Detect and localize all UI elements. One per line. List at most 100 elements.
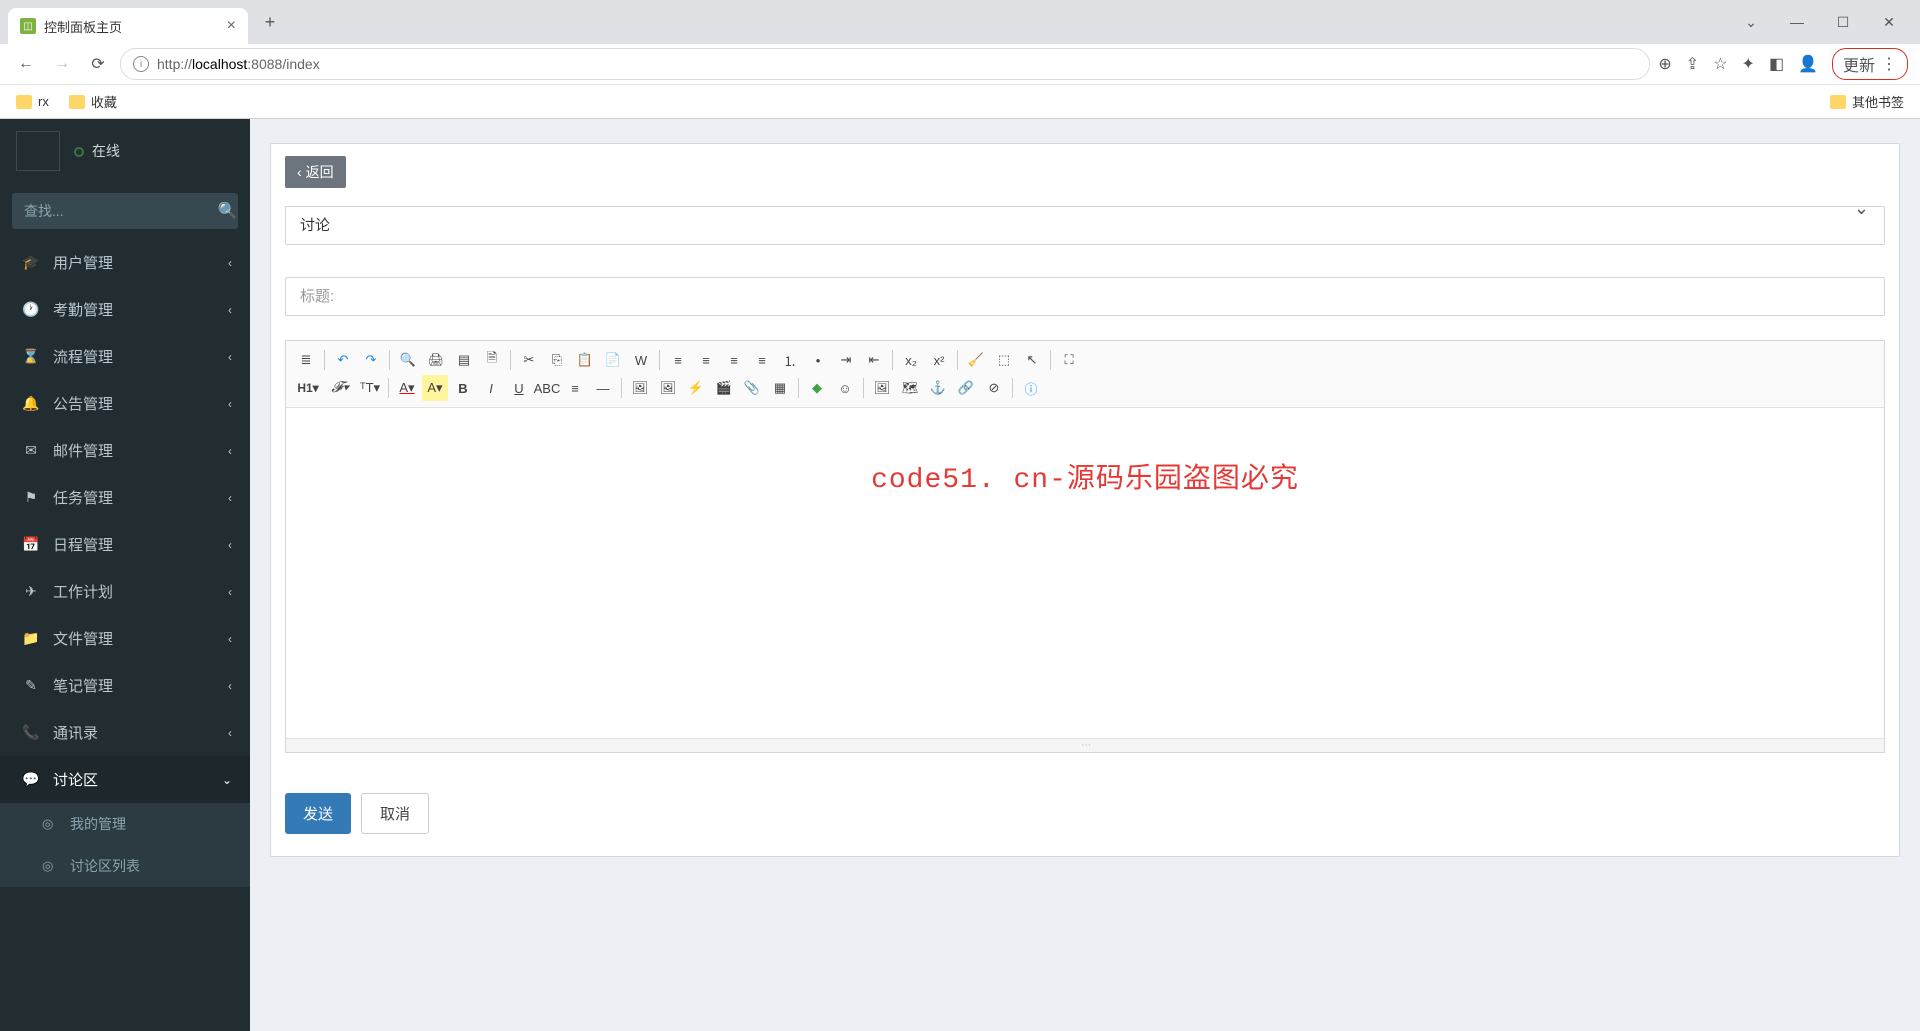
window-minimize-button[interactable]: — bbox=[1774, 6, 1820, 38]
sidebar-item-notes[interactable]: ✎笔记管理‹ bbox=[0, 662, 250, 709]
preview-icon[interactable]: 🔍 bbox=[395, 347, 421, 373]
heading-icon[interactable]: H1▾ bbox=[293, 375, 323, 401]
back-button[interactable]: ‹ 返回 bbox=[285, 156, 346, 188]
sidebar-item-attendance[interactable]: 🕐考勤管理‹ bbox=[0, 286, 250, 333]
sidebar-item-announce[interactable]: 🔔公告管理‹ bbox=[0, 380, 250, 427]
remote-image-icon[interactable]: 🖼 bbox=[869, 375, 895, 401]
category-select[interactable]: 讨论 bbox=[285, 206, 1885, 245]
sidebar-item-contacts[interactable]: 📞通讯录‹ bbox=[0, 709, 250, 756]
share-icon[interactable]: ⇪ bbox=[1686, 54, 1699, 74]
anchor-icon[interactable]: ⚓ bbox=[925, 375, 951, 401]
font-family-icon[interactable]: 𝓕▾ bbox=[325, 375, 355, 401]
about-icon[interactable]: ⓘ bbox=[1018, 375, 1044, 401]
window-maximize-button[interactable]: ☐ bbox=[1820, 6, 1866, 38]
bookmark-rx[interactable]: rx bbox=[16, 94, 49, 109]
template-icon[interactable]: ▤ bbox=[451, 347, 477, 373]
file-icon[interactable]: 📎 bbox=[739, 375, 765, 401]
emoji-icon[interactable]: ☺ bbox=[832, 375, 858, 401]
browser-tab[interactable]: ◫ 控制面板主页 × bbox=[8, 8, 248, 44]
subscript-icon[interactable]: x₂ bbox=[898, 347, 924, 373]
bold-icon[interactable]: B bbox=[450, 375, 476, 401]
indent-icon[interactable]: ⇥ bbox=[833, 347, 859, 373]
undo-icon[interactable]: ↶ bbox=[330, 347, 356, 373]
submenu-discuss-list[interactable]: ◎讨论区列表 bbox=[0, 845, 250, 887]
lineheight-icon[interactable]: ≡ bbox=[562, 375, 588, 401]
source-icon[interactable]: ≣ bbox=[293, 347, 319, 373]
cut-icon[interactable]: ✂ bbox=[516, 347, 542, 373]
print-icon[interactable]: 🖨 bbox=[423, 347, 449, 373]
bookmark-fav[interactable]: 收藏 bbox=[69, 92, 117, 111]
sidebar-item-users[interactable]: 🎓用户管理‹ bbox=[0, 239, 250, 286]
unordered-list-icon[interactable]: • bbox=[805, 347, 831, 373]
media-icon[interactable]: 🎬 bbox=[711, 375, 737, 401]
search-button[interactable]: 🔍 bbox=[217, 201, 238, 221]
paste-icon[interactable]: 📋 bbox=[572, 347, 598, 373]
redo-icon[interactable]: ↷ bbox=[358, 347, 384, 373]
draft-icon[interactable]: 🗎 bbox=[479, 347, 505, 373]
align-justify-icon[interactable]: ≡ bbox=[749, 347, 775, 373]
outdent-icon[interactable]: ⇤ bbox=[861, 347, 887, 373]
multi-image-icon[interactable]: 🖼 bbox=[655, 375, 681, 401]
sidebar-item-tasks[interactable]: ⚑任务管理‹ bbox=[0, 474, 250, 521]
update-button[interactable]: 更新⋮ bbox=[1832, 48, 1908, 80]
font-size-icon[interactable]: ᵀT▾ bbox=[357, 375, 383, 401]
url-text: http://localhost:8088/index bbox=[157, 56, 320, 72]
align-right-icon[interactable]: ≡ bbox=[721, 347, 747, 373]
title-input[interactable] bbox=[285, 277, 1885, 316]
code-icon[interactable]: ◆ bbox=[804, 375, 830, 401]
map-icon[interactable]: 🗺 bbox=[897, 375, 923, 401]
align-center-icon[interactable]: ≡ bbox=[693, 347, 719, 373]
flash-icon[interactable]: ⚡ bbox=[683, 375, 709, 401]
bgcolor-icon[interactable]: A▾ bbox=[422, 375, 448, 401]
close-icon[interactable]: × bbox=[227, 17, 236, 35]
table-icon[interactable]: ▦ bbox=[767, 375, 793, 401]
hr-icon[interactable]: ― bbox=[590, 375, 616, 401]
site-info-icon[interactable]: i bbox=[133, 56, 149, 72]
unlink-icon[interactable]: ⊘ bbox=[981, 375, 1007, 401]
sidebar-item-discuss[interactable]: 💬讨论区⌄ bbox=[0, 756, 250, 803]
image-icon[interactable]: 🖼 bbox=[627, 375, 653, 401]
clear-format-icon[interactable]: 🧹 bbox=[963, 347, 989, 373]
paste-text-icon[interactable]: 📄 bbox=[600, 347, 626, 373]
zoom-icon[interactable]: ⊕ bbox=[1658, 54, 1671, 74]
window-close-button[interactable]: ✕ bbox=[1866, 6, 1912, 38]
bookmark-star-icon[interactable]: ☆ bbox=[1713, 54, 1727, 74]
search-input[interactable] bbox=[12, 203, 217, 219]
align-left-icon[interactable]: ≡ bbox=[665, 347, 691, 373]
cursor-icon[interactable]: ↖ bbox=[1019, 347, 1045, 373]
forecolor-icon[interactable]: A▾ bbox=[394, 375, 420, 401]
fullscreen-icon[interactable]: ⛶ bbox=[1056, 347, 1082, 373]
editor-resize-handle[interactable]: ⋯ bbox=[286, 738, 1884, 752]
link-icon[interactable]: 🔗 bbox=[953, 375, 979, 401]
submit-button[interactable]: 发送 bbox=[285, 793, 351, 834]
chevron-left-icon: ‹ bbox=[228, 444, 232, 458]
paste-word-icon[interactable]: W bbox=[628, 347, 654, 373]
window-dropdown-icon[interactable]: ⌄ bbox=[1728, 6, 1774, 38]
profile-icon[interactable]: 👤 bbox=[1798, 54, 1818, 74]
url-input[interactable]: i http://localhost:8088/index bbox=[120, 48, 1650, 80]
nav-forward-button[interactable]: → bbox=[48, 50, 76, 78]
watermark-text: code51. cn-源码乐园盗图必究 bbox=[322, 456, 1848, 496]
sidebar-item-files[interactable]: 📁文件管理‹ bbox=[0, 615, 250, 662]
editor-content-area[interactable]: code51. cn-源码乐园盗图必究 bbox=[286, 408, 1884, 738]
nav-back-button[interactable]: ← bbox=[12, 50, 40, 78]
sidepanel-icon[interactable]: ◧ bbox=[1769, 54, 1784, 74]
sidebar-item-schedule[interactable]: 📅日程管理‹ bbox=[0, 521, 250, 568]
sidebar-item-plan[interactable]: ✈工作计划‹ bbox=[0, 568, 250, 615]
strike-icon[interactable]: ABC bbox=[534, 375, 560, 401]
submenu-my-manage[interactable]: ◎我的管理 bbox=[0, 803, 250, 845]
nav-reload-button[interactable]: ⟳ bbox=[84, 50, 112, 78]
bookmark-other[interactable]: 其他书签 bbox=[1830, 92, 1904, 111]
ordered-list-icon[interactable]: ⒈ bbox=[777, 347, 803, 373]
avatar bbox=[16, 131, 60, 171]
copy-icon[interactable]: ⎘ bbox=[544, 347, 570, 373]
sidebar-item-process[interactable]: ⌛流程管理‹ bbox=[0, 333, 250, 380]
underline-icon[interactable]: U bbox=[506, 375, 532, 401]
new-tab-button[interactable]: + bbox=[256, 8, 284, 36]
sidebar-item-mail[interactable]: ✉邮件管理‹ bbox=[0, 427, 250, 474]
superscript-icon[interactable]: x² bbox=[926, 347, 952, 373]
cancel-button[interactable]: 取消 bbox=[361, 793, 429, 834]
select-all-icon[interactable]: ⬚ bbox=[991, 347, 1017, 373]
italic-icon[interactable]: I bbox=[478, 375, 504, 401]
extensions-icon[interactable]: ✦ bbox=[1742, 54, 1755, 74]
